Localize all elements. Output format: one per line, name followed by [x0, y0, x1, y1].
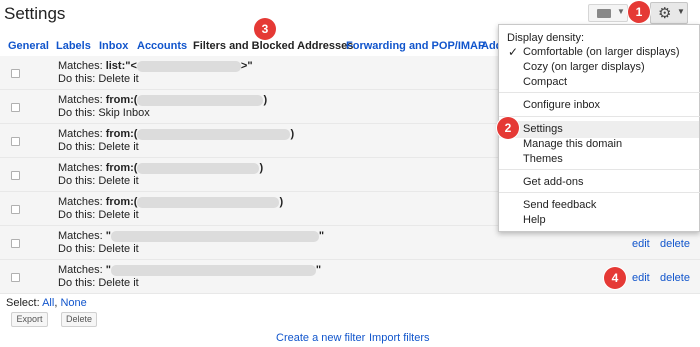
- menu-item-comfortable[interactable]: Comfortable (on larger displays): [523, 46, 680, 58]
- chevron-down-icon: ▼: [677, 7, 685, 16]
- create-filter-link[interactable]: Create a new filter: [276, 332, 365, 344]
- filter-row: Matches: " " Do this: Delete it edit dele…: [0, 260, 700, 294]
- delete-filter-link[interactable]: delete: [660, 238, 690, 250]
- menu-item-get-addons[interactable]: Get add-ons: [523, 176, 584, 188]
- menu-item-help[interactable]: Help: [523, 214, 546, 226]
- checkmark-icon: ✓: [508, 45, 519, 59]
- menu-item-send-feedback[interactable]: Send feedback: [523, 199, 596, 211]
- row-checkbox[interactable]: [11, 103, 20, 112]
- filter-criteria: Matches: " ": [58, 264, 322, 276]
- delete-filter-link[interactable]: delete: [660, 272, 690, 284]
- row-checkbox[interactable]: [11, 137, 20, 146]
- keyboard-icon: [597, 9, 611, 18]
- import-filters-link[interactable]: Import filters: [369, 332, 430, 344]
- export-button[interactable]: Export: [11, 312, 48, 327]
- density-label: Display density:: [507, 32, 585, 44]
- redacted-text: [136, 60, 241, 72]
- menu-divider: [499, 116, 700, 117]
- select-controls: Select: All, None: [6, 297, 87, 309]
- menu-item-settings[interactable]: Settings: [523, 123, 563, 135]
- menu-item-configure-inbox[interactable]: Configure inbox: [523, 99, 600, 111]
- filter-action: Do this: Skip Inbox: [58, 107, 150, 119]
- settings-gear-button[interactable]: ⚙ ▼: [650, 2, 688, 24]
- filter-action: Do this: Delete it: [58, 141, 139, 153]
- edit-filter-link[interactable]: edit: [632, 238, 650, 250]
- tab-general[interactable]: General: [8, 40, 49, 52]
- chevron-down-icon: ▼: [617, 7, 625, 16]
- settings-page: Settings ▼ ⚙ ▼ General Labels Inbox Acco…: [0, 0, 700, 347]
- redacted-text: [137, 94, 264, 106]
- filter-criteria: Matches: " ": [58, 230, 325, 242]
- menu-item-compact[interactable]: Compact: [523, 76, 567, 88]
- gear-icon: ⚙: [658, 5, 672, 22]
- step-badge: 4: [604, 267, 626, 289]
- menu-divider: [499, 92, 700, 93]
- tab-inbox[interactable]: Inbox: [99, 40, 128, 52]
- menu-divider: [499, 169, 700, 170]
- edit-filter-link[interactable]: edit: [632, 272, 650, 284]
- menu-item-manage-domain[interactable]: Manage this domain: [523, 138, 622, 150]
- filter-criteria: Matches: from:(): [58, 128, 295, 140]
- select-none-link[interactable]: None: [60, 297, 86, 309]
- row-checkbox[interactable]: [11, 69, 20, 78]
- redacted-text: [110, 264, 316, 276]
- filter-action: Do this: Delete it: [58, 209, 139, 221]
- redacted-text: [137, 128, 291, 140]
- row-checkbox[interactable]: [11, 273, 20, 282]
- tab-filters-blocked[interactable]: Filters and Blocked Addresses: [193, 40, 353, 52]
- tab-forwarding-pop-imap[interactable]: Forwarding and POP/IMAP: [346, 40, 485, 52]
- filter-action: Do this: Delete it: [58, 175, 139, 187]
- settings-dropdown-menu: Display density: ✓ Comfortable (on large…: [498, 24, 700, 232]
- filter-action: Do this: Delete it: [58, 277, 139, 289]
- step-badge: 3: [254, 18, 276, 40]
- delete-button[interactable]: Delete: [61, 312, 97, 327]
- select-all-link[interactable]: All: [42, 297, 54, 309]
- page-title: Settings: [4, 4, 66, 23]
- filter-criteria: Matches: from:(): [58, 94, 268, 106]
- step-badge: 2: [497, 117, 519, 139]
- filter-criteria: Matches: from:(): [58, 162, 264, 174]
- row-checkbox[interactable]: [11, 239, 20, 248]
- filter-action: Do this: Delete it: [58, 73, 139, 85]
- redacted-text: [137, 196, 280, 208]
- input-tools-button[interactable]: ▼: [588, 4, 628, 22]
- redacted-text: [110, 230, 319, 242]
- filter-criteria: Matches: list:"< >": [58, 60, 253, 72]
- filter-action: Do this: Delete it: [58, 243, 139, 255]
- tab-accounts[interactable]: Accounts: [137, 40, 187, 52]
- menu-divider: [499, 192, 700, 193]
- row-checkbox[interactable]: [11, 171, 20, 180]
- step-badge: 1: [628, 1, 650, 23]
- menu-item-themes[interactable]: Themes: [523, 153, 563, 165]
- filter-criteria: Matches: from:(): [58, 196, 284, 208]
- menu-item-cozy[interactable]: Cozy (on larger displays): [523, 61, 645, 73]
- row-checkbox[interactable]: [11, 205, 20, 214]
- tab-labels[interactable]: Labels: [56, 40, 91, 52]
- redacted-text: [137, 162, 260, 174]
